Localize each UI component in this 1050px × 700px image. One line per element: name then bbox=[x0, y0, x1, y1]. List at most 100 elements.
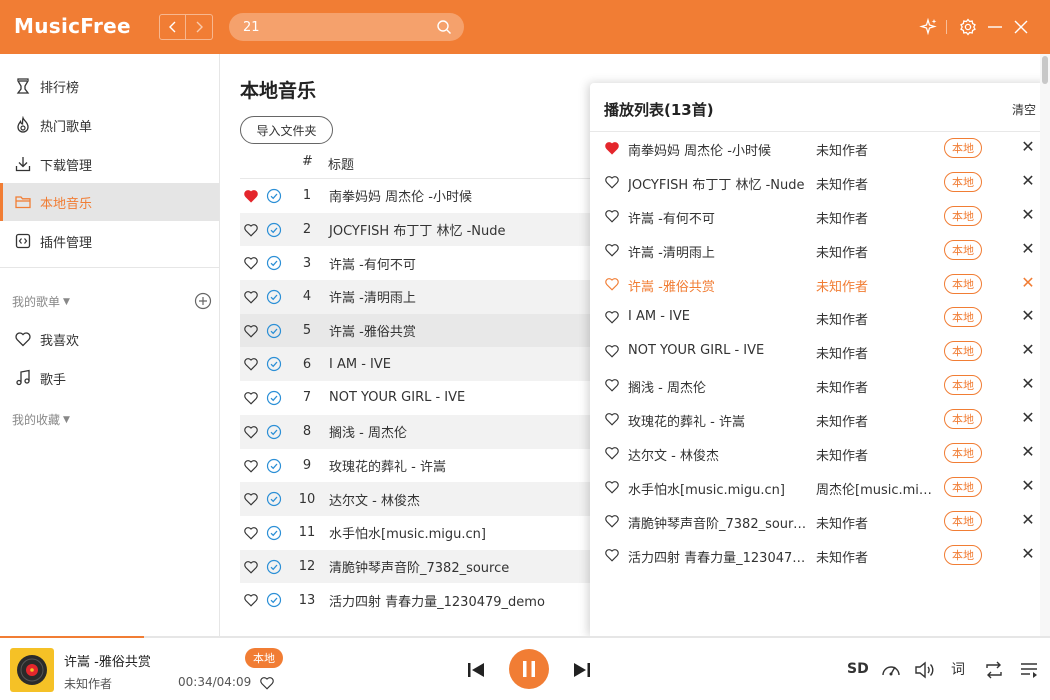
next-track-icon[interactable] bbox=[572, 661, 592, 679]
heart-icon[interactable] bbox=[243, 255, 259, 271]
playlist-item[interactable]: 许嵩 -有何不可 未知作者 本地 ✕ bbox=[590, 199, 1050, 233]
repeat-icon[interactable] bbox=[983, 659, 1005, 681]
remove-icon[interactable]: ✕ bbox=[1020, 139, 1036, 155]
heart-icon[interactable] bbox=[604, 479, 620, 495]
table-row[interactable]: 5 许嵩 -雅俗共赏 bbox=[240, 313, 610, 348]
remove-icon[interactable]: ✕ bbox=[1020, 376, 1036, 392]
previous-track-icon[interactable] bbox=[466, 661, 486, 679]
speed-icon[interactable] bbox=[880, 659, 902, 681]
remove-icon[interactable]: ✕ bbox=[1020, 545, 1036, 562]
volume-icon[interactable] bbox=[913, 659, 935, 681]
playlist-item[interactable]: JOCYFISH 布丁丁 林忆 -Nude 未知作者 本地 ✕ bbox=[590, 165, 1050, 199]
remove-icon[interactable]: ✕ bbox=[1020, 511, 1036, 528]
clear-playlist-button[interactable]: 清空 bbox=[1012, 101, 1036, 118]
table-row[interactable]: 9 玫瑰花的葬礼 - 许嵩 bbox=[240, 449, 610, 483]
table-row[interactable]: 12 清脆钟琴声音阶_7382_source bbox=[240, 549, 610, 584]
heart-icon[interactable] bbox=[243, 323, 259, 339]
scrollbar[interactable] bbox=[1040, 54, 1050, 636]
heart-icon[interactable] bbox=[259, 675, 275, 691]
my-collections-toggle[interactable]: 我的收藏 ▼ bbox=[12, 411, 70, 428]
heart-icon[interactable] bbox=[243, 390, 259, 406]
table-row[interactable]: 7 NOT YOUR GIRL - IVE bbox=[240, 381, 610, 415]
heart-icon[interactable] bbox=[604, 242, 620, 258]
heart-icon[interactable] bbox=[243, 356, 259, 372]
heart-icon[interactable] bbox=[604, 208, 620, 224]
playlist-icon[interactable] bbox=[1018, 659, 1040, 681]
search-input[interactable] bbox=[243, 17, 433, 37]
remove-icon[interactable]: ✕ bbox=[1020, 410, 1036, 426]
table-row[interactable]: 1 南拳妈妈 周杰伦 -小时候 bbox=[240, 179, 610, 213]
table-row[interactable]: 6 I AM - IVE bbox=[240, 347, 610, 382]
progress-bar[interactable] bbox=[0, 636, 1050, 638]
heart-filled-icon[interactable] bbox=[604, 140, 620, 156]
playlist-item[interactable]: 搁浅 - 周杰伦 未知作者 本地 ✕ bbox=[590, 368, 1050, 402]
playlist-item[interactable]: NOT YOUR GIRL - IVE 未知作者 本地 ✕ bbox=[590, 334, 1050, 368]
table-row[interactable]: 4 许嵩 -清明雨上 bbox=[240, 280, 610, 314]
remove-icon[interactable]: ✕ bbox=[1020, 342, 1036, 358]
playlist-item[interactable]: I AM - IVE 未知作者 本地 ✕ bbox=[590, 300, 1050, 334]
remove-icon[interactable]: ✕ bbox=[1020, 444, 1036, 460]
gear-icon[interactable] bbox=[958, 17, 978, 37]
pause-button[interactable] bbox=[509, 649, 549, 689]
heart-icon[interactable] bbox=[243, 289, 259, 305]
heart-icon[interactable] bbox=[604, 445, 620, 461]
table-row[interactable]: 13 活力四射 青春力量_1230479_demo bbox=[240, 583, 610, 617]
heart-icon[interactable] bbox=[604, 276, 620, 292]
sidebar-item-hot-playlists[interactable]: 热门歌单 bbox=[0, 106, 219, 144]
heart-icon[interactable] bbox=[604, 547, 620, 563]
playlist-item[interactable]: 活力四射 青春力量_1230479_demo 未知作者 本地 ✕ bbox=[590, 538, 1050, 572]
heart-icon[interactable] bbox=[243, 491, 259, 507]
playlist-item[interactable]: 玫瑰花的葬礼 - 许嵩 未知作者 本地 ✕ bbox=[590, 402, 1050, 436]
remove-icon[interactable]: ✕ bbox=[1020, 172, 1036, 189]
remove-icon[interactable]: ✕ bbox=[1020, 308, 1036, 324]
heart-icon[interactable] bbox=[604, 377, 620, 393]
heart-icon[interactable] bbox=[243, 525, 259, 541]
playlist-item[interactable]: 水手怕水[music.migu.cn] 周杰伦[music.migu.cn] 本地 ✕ bbox=[590, 470, 1050, 504]
heart-icon[interactable] bbox=[604, 513, 620, 529]
album-cover[interactable] bbox=[10, 648, 54, 692]
minimize-icon[interactable] bbox=[985, 17, 1005, 37]
table-row[interactable]: 2 JOCYFISH 布丁丁 林忆 -Nude bbox=[240, 212, 610, 247]
heart-icon[interactable] bbox=[243, 222, 259, 238]
playlist-item[interactable]: 许嵩 -雅俗共赏 未知作者 本地 ✕ bbox=[590, 267, 1050, 301]
heart-icon[interactable] bbox=[604, 343, 620, 359]
heart-icon[interactable] bbox=[243, 424, 259, 440]
heart-icon[interactable] bbox=[604, 309, 620, 325]
add-playlist-icon[interactable] bbox=[194, 292, 212, 310]
heart-icon[interactable] bbox=[604, 174, 620, 190]
lyric-button[interactable]: 词 bbox=[951, 659, 965, 679]
sidebar-item-favorites[interactable]: 我喜欢 bbox=[0, 320, 219, 358]
sidebar-item-local-music[interactable]: 本地音乐 bbox=[0, 183, 219, 221]
sidebar-item-downloads[interactable]: 下载管理 bbox=[0, 145, 219, 183]
heart-icon[interactable] bbox=[243, 458, 259, 474]
heart-icon[interactable] bbox=[243, 592, 259, 608]
forward-button[interactable] bbox=[186, 14, 213, 40]
table-row[interactable]: 8 搁浅 - 周杰伦 bbox=[240, 414, 610, 449]
sidebar-item-charts[interactable]: 排行榜 bbox=[0, 67, 219, 105]
search-icon[interactable] bbox=[436, 19, 452, 35]
remove-icon[interactable]: ✕ bbox=[1020, 240, 1036, 257]
sparkle-icon[interactable] bbox=[919, 17, 939, 37]
playlist-item[interactable]: 清脆钟琴声音阶_7382_source 未知作者 本地 ✕ bbox=[590, 504, 1050, 538]
remove-icon[interactable]: ✕ bbox=[1020, 274, 1036, 291]
import-folder-button[interactable]: 导入文件夹 bbox=[240, 116, 333, 144]
heart-icon[interactable] bbox=[243, 559, 259, 575]
heart-filled-icon[interactable] bbox=[243, 188, 259, 204]
close-icon[interactable] bbox=[1011, 17, 1031, 37]
sidebar-item-plugins[interactable]: 插件管理 bbox=[0, 222, 219, 260]
scrollbar-thumb[interactable] bbox=[1042, 56, 1048, 84]
sidebar-item-singers[interactable]: 歌手 bbox=[0, 359, 219, 397]
table-row[interactable]: 10 达尔文 - 林俊杰 bbox=[240, 482, 610, 516]
my-playlists-toggle[interactable]: 我的歌单 ▼ bbox=[12, 293, 70, 310]
playlist-item[interactable]: 达尔文 - 林俊杰 未知作者 本地 ✕ bbox=[590, 436, 1050, 470]
heart-icon[interactable] bbox=[604, 411, 620, 427]
quality-button[interactable]: SD bbox=[847, 661, 869, 677]
back-button[interactable] bbox=[159, 14, 186, 40]
table-row[interactable]: 3 许嵩 -有何不可 bbox=[240, 246, 610, 280]
remove-icon[interactable]: ✕ bbox=[1020, 477, 1036, 494]
playlist-item[interactable]: 许嵩 -清明雨上 未知作者 本地 ✕ bbox=[590, 233, 1050, 267]
column-header-title[interactable]: 标题 bbox=[328, 154, 354, 173]
playlist-item[interactable]: 南拳妈妈 周杰伦 -小时候 未知作者 本地 ✕ bbox=[590, 131, 1050, 165]
table-row[interactable]: 11 水手怕水[music.migu.cn] bbox=[240, 516, 610, 550]
remove-icon[interactable]: ✕ bbox=[1020, 206, 1036, 223]
